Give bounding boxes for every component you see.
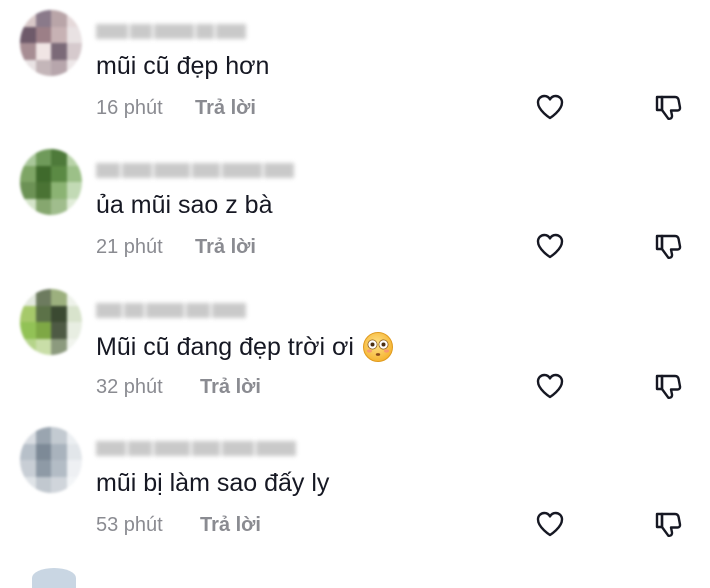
comment-text-label: Mũi cũ đang đẹp trời ơi — [96, 332, 354, 361]
avatar[interactable] — [20, 10, 82, 76]
comment-item: mũi cũ đẹp hơn 16 phút Trả lời — [0, 8, 710, 143]
heart-icon[interactable] — [534, 508, 566, 540]
flushed-face-emoji-icon — [362, 331, 394, 363]
username-blurred[interactable] — [96, 303, 246, 318]
avatar[interactable] — [20, 427, 82, 493]
comment-text-label: ủa mũi sao z bà — [96, 191, 273, 219]
heart-icon[interactable] — [534, 230, 566, 262]
comments-screen: { "comments": [ { "text": "mũi cũ đẹp hơ… — [0, 0, 710, 588]
comment-item: ủa mũi sao z bà 21 phút Trả lời — [0, 147, 710, 282]
comment-timestamp: 21 phút — [96, 236, 163, 258]
comment-timestamp: 53 phút — [96, 514, 163, 536]
username-blurred[interactable] — [96, 441, 296, 456]
avatar[interactable] — [20, 289, 82, 355]
comment-timestamp: 16 phút — [96, 97, 163, 119]
comment-text-label: mũi cũ đẹp hơn — [96, 52, 270, 80]
username-blurred[interactable] — [96, 163, 294, 178]
next-comment-avatar[interactable] — [32, 568, 76, 588]
comment-item: mũi bị làm sao đấy ly 53 phút Trả lời — [0, 425, 710, 560]
reply-button[interactable]: Trả lời — [195, 236, 256, 259]
username-blurred[interactable] — [96, 24, 246, 39]
comment-text: ủa mũi sao z bà — [96, 191, 273, 220]
heart-icon[interactable] — [534, 370, 566, 402]
reply-button[interactable]: Trả lời — [200, 514, 261, 537]
thumbs-down-icon[interactable] — [652, 91, 684, 123]
avatar[interactable] — [20, 149, 82, 215]
thumbs-down-icon[interactable] — [652, 370, 684, 402]
comment-text: mũi cũ đẹp hơn — [96, 52, 269, 81]
comment-text-label: mũi bị làm sao đấy ly — [96, 469, 330, 497]
reply-button[interactable]: Trả lời — [195, 97, 256, 120]
comment-text: mũi bị làm sao đấy ly — [96, 469, 329, 498]
reply-button[interactable]: Trả lời — [200, 376, 261, 399]
comment-timestamp: 32 phút — [96, 376, 163, 398]
comment-item: Mũi cũ đang đẹp trời ơi 32 phút Trả lời — [0, 287, 710, 422]
heart-icon[interactable] — [534, 91, 566, 123]
thumbs-down-icon[interactable] — [652, 230, 684, 262]
comment-text: Mũi cũ đang đẹp trời ơi — [96, 331, 394, 363]
thumbs-down-icon[interactable] — [652, 508, 684, 540]
